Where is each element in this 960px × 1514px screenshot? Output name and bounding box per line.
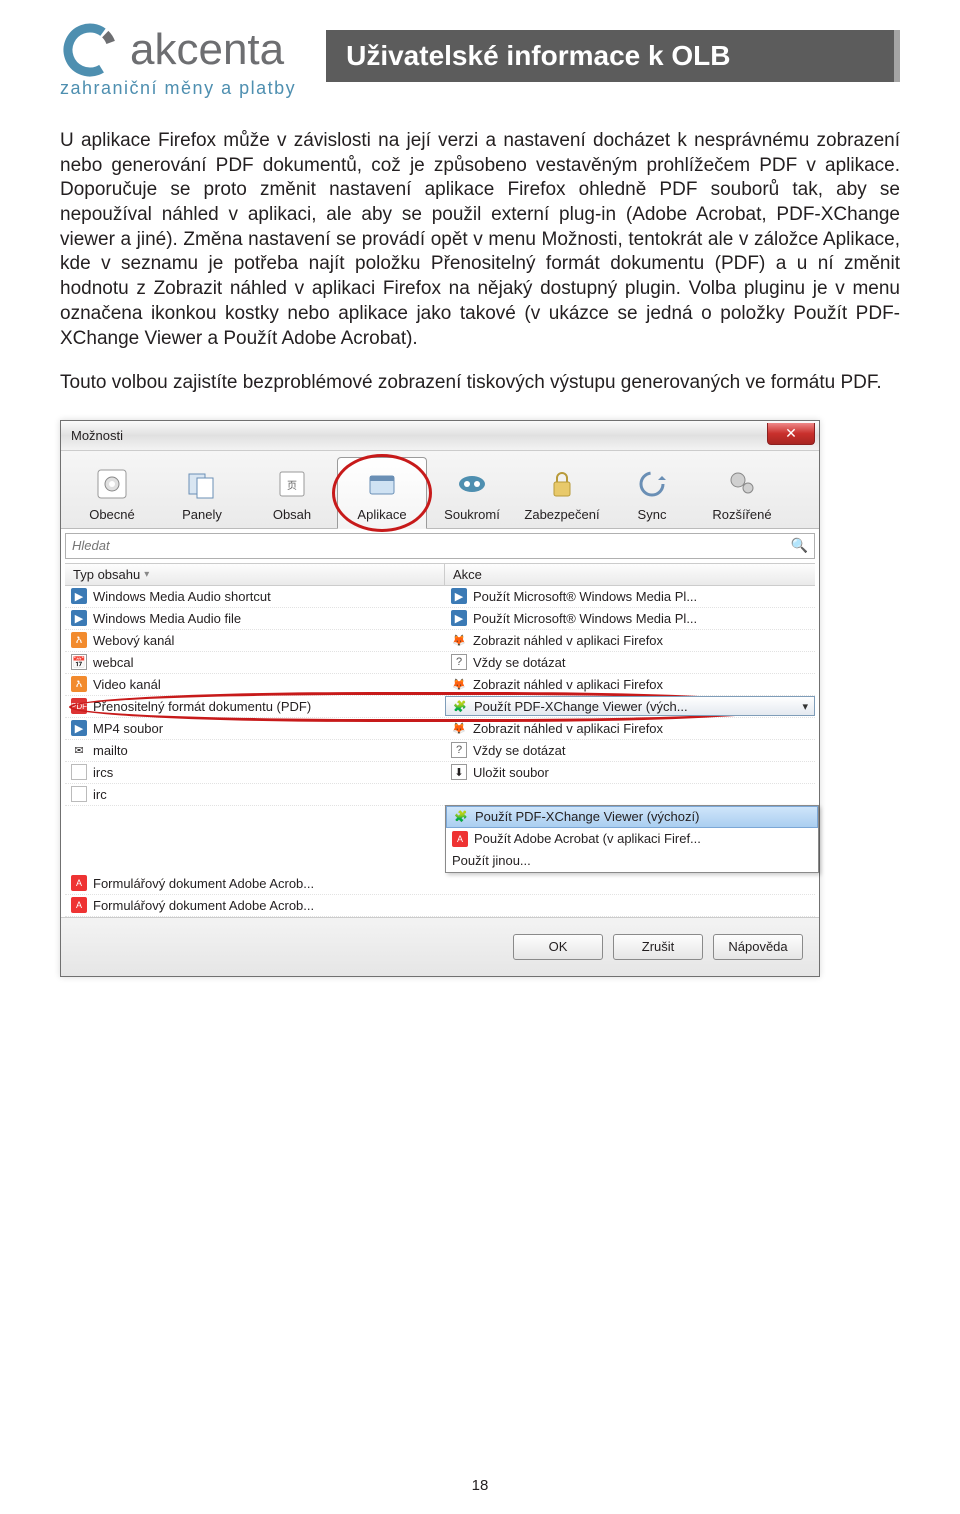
toolbar-label: Rozšířené <box>712 507 771 522</box>
cell-type: ircs <box>65 764 445 780</box>
toolbar-tab-obsah[interactable]: 页 Obsah <box>247 457 337 528</box>
toolbar-label: Soukromí <box>444 507 500 522</box>
dialog-buttons: OK Zrušit Nápověda <box>61 917 819 976</box>
dropdown-item[interactable]: 🧩Použít PDF-XChange Viewer (výchozí) <box>446 806 818 828</box>
table-row[interactable]: እVideo kanál🦊Zobrazit náhled v aplikaci … <box>65 674 815 696</box>
toolbar-tab-obecné[interactable]: Obecné <box>67 457 157 528</box>
ok-button[interactable]: OK <box>513 934 603 960</box>
toolbar-tab-rozšířené[interactable]: Rozšířené <box>697 457 787 528</box>
close-icon: ✕ <box>785 425 797 442</box>
toolbar-tab-sync[interactable]: Sync <box>607 457 697 528</box>
cell-action[interactable]: 🧩Použít PDF-XChange Viewer (vých... <box>445 696 815 716</box>
panels-icon <box>182 464 222 504</box>
table-row[interactable]: ▶MP4 soubor🦊Zobrazit náhled v aplikaci F… <box>65 718 815 740</box>
dialog-title: Možnosti <box>71 428 123 443</box>
col-action: Akce <box>445 564 815 585</box>
gear-icon <box>92 464 132 504</box>
cell-action[interactable]: 🦊Zobrazit náhled v aplikaci Firefox <box>445 632 815 648</box>
table-row[interactable]: irc <box>65 784 815 806</box>
dialog-toolbar: Obecné Panely 页 Obsah Aplikace Soukromí Zabezp… <box>61 451 819 529</box>
cell-action[interactable]: 🦊Zobrazit náhled v aplikaci Firefox <box>445 720 815 736</box>
toolbar-label: Zabezpečení <box>524 507 599 522</box>
page-title: Uživatelské informace k OLB <box>326 30 900 82</box>
mask-icon <box>452 464 492 504</box>
action-dropdown[interactable]: 🧩Použít PDF-XChange Viewer (výchozí)APou… <box>445 805 819 873</box>
toolbar-tab-panely[interactable]: Panely <box>157 457 247 528</box>
cell-type: AFormulářový dokument Adobe Acrob... <box>65 875 445 891</box>
cell-type: እWebový kanál <box>65 632 445 648</box>
highlight-oval <box>332 454 432 532</box>
table-row[interactable]: ▶Windows Media Audio file▶Použít Microso… <box>65 608 815 630</box>
dropdown-item[interactable]: Použít jinou... <box>446 850 818 872</box>
cell-action[interactable]: 🦊Zobrazit náhled v aplikaci Firefox <box>445 676 815 692</box>
cell-type: ▶MP4 soubor <box>65 720 445 736</box>
close-button[interactable]: ✕ <box>767 423 815 445</box>
logo-text: akcenta <box>130 28 284 72</box>
cell-action[interactable]: ?Vždy se dotázat <box>445 654 815 670</box>
search-input-wrap[interactable]: 🔍 <box>65 533 815 559</box>
table-row[interactable]: 📅webcal?Vždy se dotázat <box>65 652 815 674</box>
dialog-titlebar[interactable]: Možnosti ✕ <box>61 421 819 451</box>
table-row[interactable]: ✉mailto?Vždy se dotázat <box>65 740 815 762</box>
table-row[interactable]: PDFPřenositelný formát dokumentu (PDF)🧩P… <box>65 696 815 718</box>
svg-text:页: 页 <box>287 480 297 492</box>
cell-action[interactable]: ⬇Uložit soubor <box>445 764 815 780</box>
lock-icon <box>542 464 582 504</box>
toolbar-tab-zabezpečení[interactable]: Zabezpečení <box>517 457 607 528</box>
toolbar-label: Obsah <box>273 507 311 522</box>
help-button[interactable]: Nápověda <box>713 934 803 960</box>
search-icon: 🔍 <box>791 537 808 554</box>
content-icon: 页 <box>272 464 312 504</box>
content-type-list-cont: AFormulářový dokument Adobe Acrob... AFor… <box>65 873 815 917</box>
cell-type: ▶Windows Media Audio file <box>65 610 445 626</box>
sort-icon: ▾ <box>144 569 149 580</box>
cell-type: ✉mailto <box>65 742 445 758</box>
dropdown-item[interactable]: APoužít Adobe Acrobat (v aplikaci Firef.… <box>446 828 818 850</box>
table-row[interactable]: ircs⬇Uložit soubor <box>65 762 815 784</box>
options-dialog: Možnosti ✕ Obecné Panely 页 Obsah Aplikace Sou… <box>60 420 820 977</box>
logo: akcenta zahraniční měny a platby <box>60 20 296 99</box>
logo-tagline: zahraniční měny a platby <box>60 78 296 99</box>
search-input[interactable] <box>72 538 791 553</box>
cancel-button[interactable]: Zrušit <box>613 934 703 960</box>
table-header[interactable]: Typ obsahu ▾ Akce <box>65 563 815 586</box>
table-row[interactable]: AFormulářový dokument Adobe Acrob... <box>65 895 815 917</box>
toolbar-tab-aplikace[interactable]: Aplikace <box>337 457 427 529</box>
cell-type: PDFPřenositelný formát dokumentu (PDF) <box>65 698 445 714</box>
cell-type: 📅webcal <box>65 654 445 670</box>
toolbar-label: Sync <box>638 507 667 522</box>
paragraph-2: Touto volbou zajistíte bezproblémové zob… <box>60 371 900 396</box>
table-row[interactable]: እWebový kanál🦊Zobrazit náhled v aplikaci… <box>65 630 815 652</box>
toolbar-label: Panely <box>182 507 222 522</box>
col-type: Typ obsahu ▾ <box>65 564 445 585</box>
cell-type: ▶Windows Media Audio shortcut <box>65 588 445 604</box>
table-row[interactable]: AFormulářový dokument Adobe Acrob... <box>65 873 815 895</box>
advanced-icon <box>722 464 762 504</box>
table-row[interactable]: ▶Windows Media Audio shortcut▶Použít Mic… <box>65 586 815 608</box>
toolbar-tab-soukromí[interactable]: Soukromí <box>427 457 517 528</box>
toolbar-label: Obecné <box>89 507 135 522</box>
cell-type: AFormulářový dokument Adobe Acrob... <box>65 897 445 913</box>
cell-action[interactable]: ?Vždy se dotázat <box>445 742 815 758</box>
cell-type: እVideo kanál <box>65 676 445 692</box>
cell-action[interactable]: ▶Použít Microsoft® Windows Media Pl... <box>445 610 815 626</box>
paragraph-1: U aplikace Firefox může v závislosti na … <box>60 129 900 351</box>
content-type-list: ▶Windows Media Audio shortcut▶Použít Mic… <box>65 586 815 806</box>
logo-arc-icon <box>60 20 120 80</box>
cell-type: irc <box>65 786 445 802</box>
sync-icon <box>632 464 672 504</box>
cell-action[interactable]: ▶Použít Microsoft® Windows Media Pl... <box>445 588 815 604</box>
page-number: 18 <box>0 1477 960 1494</box>
